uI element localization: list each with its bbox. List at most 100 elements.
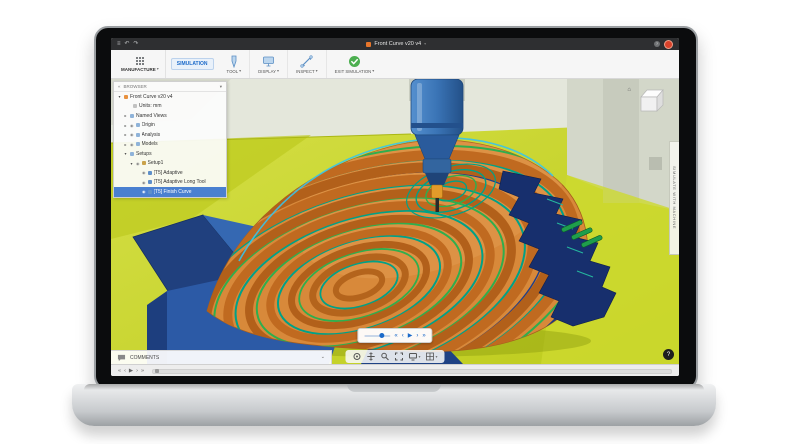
setup-icon [142,161,146,165]
tree-label: Analysis [142,132,161,138]
timeline-play-icon[interactable]: ▶ [129,369,133,375]
timeline-skip-start-icon[interactable]: « [118,369,121,375]
timeline-skip-end-icon[interactable]: » [141,369,144,375]
folder-icon [130,152,134,156]
play-button[interactable]: ▶ [408,333,413,339]
expand-comments-icon[interactable]: ⌄ [321,355,325,360]
comments-label: COMMENTS [130,355,159,361]
group-label: EXIT SIMULATION [335,69,372,74]
pan-icon[interactable] [366,352,375,361]
monitor-icon [262,55,275,68]
workspace-label: MANUFACTURE [121,67,156,72]
toolbar-group-tool[interactable]: TOOL ▾ [219,50,251,78]
comments-bar[interactable]: COMMENTS ⌄ [111,350,332,364]
grid-settings-icon[interactable]: ▾ [426,352,438,361]
folder-icon [136,133,140,137]
tree-label: Setups [136,151,152,157]
tree-item-document[interactable]: ▾ Front Curve v20 v4 [114,92,226,102]
tree-label: Origin [142,122,155,128]
app-window: ≡ ↶ ↷ Front Curve v20 v4 ▾ ? [111,38,679,376]
orbit-icon[interactable] [352,352,361,361]
caret-down-icon: ▾ [372,69,374,73]
tree-label: Named Views [136,113,167,119]
tree-label: [T5] Finish Curve [154,189,192,195]
tree-item-setup1[interactable]: ▾ ◉ Setup1 [114,159,226,169]
caret-down-icon: ▾ [316,69,318,73]
app-menu-icon[interactable]: ≡ [117,41,121,47]
visibility-eye-icon[interactable]: ◉ [130,123,134,128]
help-icon[interactable]: ? [654,41,660,47]
caret-collapsed-icon[interactable]: ▸ [123,113,128,118]
caret-expanded-icon[interactable]: ▾ [123,151,128,156]
document-tab[interactable]: Front Curve v20 v4 ▾ [143,41,650,47]
view-cube[interactable]: ⌂ [627,85,667,115]
visibility-eye-icon[interactable]: ◉ [130,142,134,147]
caret-collapsed-icon[interactable]: ▸ [123,132,128,137]
simulate-with-machine-tab[interactable]: SIMULATE WITH MACHINE [669,141,679,255]
tree-label: [T5] Adaptive [154,170,183,176]
browser-header[interactable]: « BROWSER ▾ [114,82,226,92]
ribbon-toolbar: MANUFACTURE ▾ SIMULATION TOOL ▾ [111,50,679,79]
tree-label: [T5] Adaptive Long Tool [154,179,206,185]
visibility-eye-icon[interactable]: ◉ [142,170,146,175]
tree-item-operation[interactable]: ◉ [T5] Adaptive [114,168,226,178]
tree-label: Models [142,141,158,147]
group-label: INSPECT [296,69,315,74]
caret-expanded-icon[interactable]: ▾ [117,94,122,99]
skip-to-end-button[interactable]: » [422,333,425,339]
redo-icon[interactable]: ↷ [134,41,139,47]
toolbar-group-inspect[interactable]: INSPECT ▾ [288,50,327,78]
viewport: « BROWSER ▾ ▾ Front Curve v20 v4 Units: … [111,79,679,364]
units-icon [133,104,137,108]
toolbar-group-exit-simulation[interactable]: EXIT SIMULATION ▾ [327,50,383,78]
home-view-icon[interactable]: ⌂ [627,87,631,93]
timeline-step-back-icon[interactable]: ‹ [124,369,126,375]
tree-item-origin[interactable]: ▸ ◉ Origin [114,121,226,131]
fit-view-icon[interactable] [394,352,403,361]
simulation-playbar: « ‹ ▶ › » [357,328,432,343]
document-icon [366,42,371,47]
timeline-step-forward-icon[interactable]: › [136,369,138,375]
help-button[interactable]: ? [663,349,674,360]
tree-item-operation[interactable]: ◉ [T5] Adaptive Long Tool [114,178,226,188]
visibility-eye-icon[interactable]: ◉ [130,132,134,137]
visibility-eye-icon[interactable]: ◉ [142,180,146,185]
tree-label: Setup1 [148,160,164,166]
green-check-icon [348,55,361,68]
toolpath-icon [148,190,152,194]
sim-speed-slider[interactable] [364,335,390,337]
tree-label: Front Curve v20 v4 [130,94,173,100]
browser-header-label: BROWSER [124,84,147,89]
caret-expanded-icon[interactable]: ▾ [129,161,134,166]
step-forward-button[interactable]: › [416,333,418,339]
zoom-icon[interactable] [380,352,389,361]
visibility-eye-icon[interactable]: ◉ [142,189,146,194]
skip-to-start-button[interactable]: « [394,333,397,339]
navigation-bar: ▾ ▾ [345,350,444,363]
caret-collapsed-icon[interactable]: ▸ [123,123,128,128]
machine-detail [649,157,662,170]
caret-down-icon: ▾ [220,84,222,90]
step-back-button[interactable]: ‹ [402,333,404,339]
caret-down-icon: ▾ [157,67,159,71]
workspace-switcher[interactable]: MANUFACTURE ▾ [115,50,166,78]
tree-item-analysis[interactable]: ▸ ◉ Analysis [114,130,226,140]
toolbar-group-display[interactable]: DISPLAY ▾ [250,50,288,78]
tree-item-units[interactable]: Units: mm [114,102,226,112]
caret-collapsed-icon[interactable]: ▸ [123,142,128,147]
visibility-eye-icon[interactable]: ◉ [136,161,140,166]
timeline-marker[interactable] [155,369,159,373]
display-settings-icon[interactable]: ▾ [408,352,420,361]
caret-down-icon: ▾ [239,69,241,73]
user-avatar[interactable] [664,40,673,49]
caret-down-icon: ▾ [277,69,279,73]
tab-simulation[interactable]: SIMULATION [171,58,214,70]
group-label: TOOL [227,69,239,74]
caret-down-icon: ▾ [436,355,438,359]
tree-item-operation-selected[interactable]: ◉ [T5] Finish Curve [114,187,226,197]
timeline-track[interactable] [152,369,672,374]
tree-item-setups[interactable]: ▾ Setups [114,149,226,159]
tree-item-models[interactable]: ▸ ◉ Models [114,140,226,150]
undo-icon[interactable]: ↶ [125,41,130,47]
tree-item-named-views[interactable]: ▸ Named Views [114,111,226,121]
